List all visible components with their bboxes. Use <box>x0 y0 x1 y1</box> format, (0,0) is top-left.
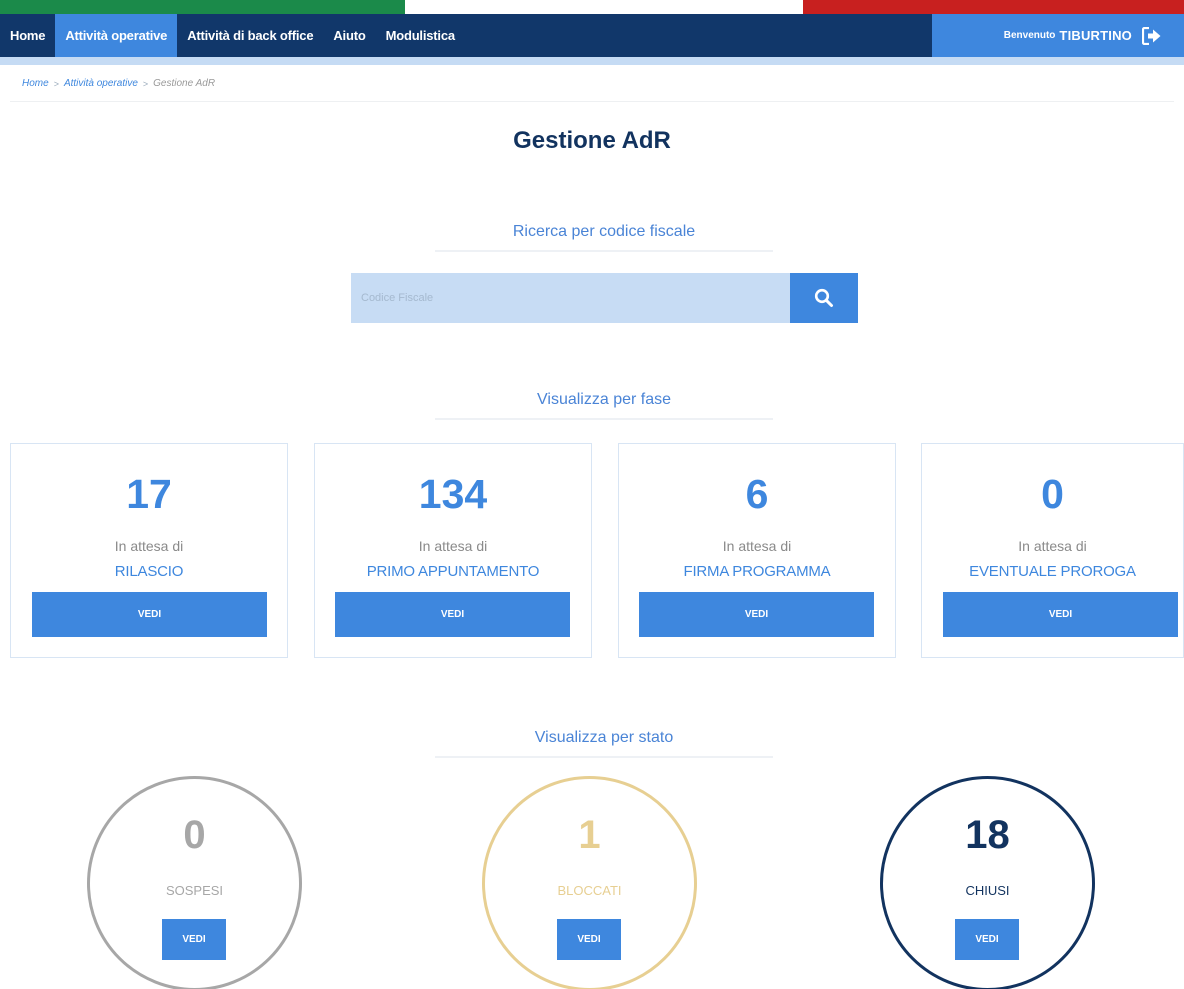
flag-white <box>405 0 803 14</box>
state-count: 0 <box>183 813 206 857</box>
phase-heading: Visualizza per fase <box>435 391 773 420</box>
state-count: 1 <box>578 813 601 857</box>
phase-card-primo-appuntamento: 134 In attesa di PRIMO APPUNTAMENTO VEDI <box>314 443 592 658</box>
navbar-underline <box>0 57 1184 65</box>
breadcrumb-divider <box>10 101 1174 102</box>
page-title: Gestione AdR <box>513 127 671 154</box>
state-count: 18 <box>965 813 1010 857</box>
nav-item-attivita-operative[interactable]: Attività operative <box>55 14 178 57</box>
vedi-rilascio-button[interactable]: VEDI <box>32 592 267 637</box>
nav-item-modulistica[interactable]: Modulistica <box>376 14 465 57</box>
phase-waiting-label: In attesa di <box>1018 538 1087 554</box>
breadcrumb-separator: > <box>53 78 59 89</box>
search-icon <box>814 288 833 307</box>
welcome-area: Benvenuto TIBURTINO <box>932 14 1184 57</box>
breadcrumb: Home > Attività operative > Gestione AdR <box>22 78 215 89</box>
phase-count: 6 <box>745 471 769 517</box>
state-label: CHIUSI <box>965 883 1010 898</box>
vedi-sospesi-button[interactable]: VEDI <box>162 919 226 960</box>
phase-count: 0 <box>1041 471 1064 517</box>
main-navbar: Home Attività operative Attività di back… <box>0 14 1184 57</box>
vedi-firma-programma-button[interactable]: VEDI <box>639 592 874 637</box>
phase-waiting-label: In attesa di <box>722 538 792 554</box>
phase-card-rilascio: 17 In attesa di RILASCIO VEDI <box>10 443 288 658</box>
breadcrumb-attivita-operative[interactable]: Attività operative <box>64 78 138 89</box>
phase-name: PRIMO APPUNTAMENTO <box>366 563 540 580</box>
nav-item-back-office[interactable]: Attività di back office <box>177 14 323 57</box>
nav-menu: Home Attività operative Attività di back… <box>0 14 465 57</box>
nav-item-home[interactable]: Home <box>0 14 55 57</box>
search-button[interactable] <box>790 273 858 323</box>
breadcrumb-home[interactable]: Home <box>22 78 49 89</box>
vedi-eventuale-proroga-button[interactable]: VEDI <box>943 592 1178 637</box>
state-circle-sospesi: 0 SOSPESI VEDI <box>87 776 302 989</box>
breadcrumb-current: Gestione AdR <box>153 78 216 89</box>
phase-name: EVENTUALE PROROGA <box>969 563 1136 580</box>
user-name: TIBURTINO <box>1059 28 1132 43</box>
phase-count: 17 <box>126 471 172 517</box>
state-label: BLOCCATI <box>557 883 622 898</box>
phase-waiting-label: In attesa di <box>114 538 184 554</box>
state-label: SOSPESI <box>165 883 224 898</box>
flag-red <box>803 0 1184 14</box>
state-heading: Visualizza per stato <box>435 729 773 758</box>
vedi-primo-appuntamento-button[interactable]: VEDI <box>335 592 570 637</box>
flag-green <box>0 0 405 14</box>
vedi-chiusi-button[interactable]: VEDI <box>955 919 1019 960</box>
sign-out-icon[interactable] <box>1141 26 1162 45</box>
breadcrumb-separator: > <box>142 78 149 89</box>
state-circle-bloccati: 1 BLOCCATI VEDI <box>482 776 697 989</box>
phase-card-firma-programma: 6 In attesa di FIRMA PROGRAMMA VEDI <box>618 443 896 658</box>
welcome-label: Benvenuto <box>1003 30 1056 41</box>
vedi-bloccati-button[interactable]: VEDI <box>557 919 621 960</box>
phase-name: RILASCIO <box>114 563 184 580</box>
flag-stripe <box>0 0 1184 14</box>
phase-card-eventuale-proroga: 0 In attesa di EVENTUALE PROROGA VEDI <box>921 443 1184 658</box>
phase-count: 134 <box>418 471 488 517</box>
phase-waiting-label: In attesa di <box>418 538 488 554</box>
nav-item-aiuto[interactable]: Aiuto <box>323 14 375 57</box>
phase-name: FIRMA PROGRAMMA <box>683 563 831 580</box>
codice-fiscale-input[interactable] <box>351 273 790 323</box>
state-circle-chiusi: 18 CHIUSI VEDI <box>880 776 1095 989</box>
search-heading: Ricerca per codice fiscale <box>435 223 773 252</box>
